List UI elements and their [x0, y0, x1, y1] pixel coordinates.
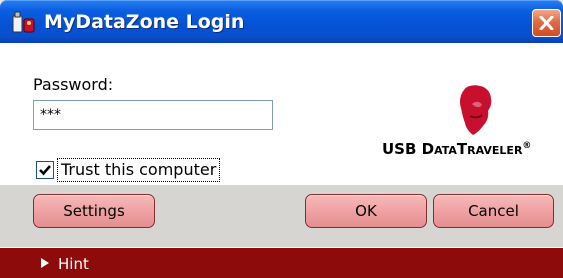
- window-title: MyDataZone Login: [44, 11, 245, 33]
- close-icon: [539, 16, 554, 30]
- password-field[interactable]: [33, 100, 273, 130]
- checkmark-icon: [39, 165, 51, 176]
- settings-button[interactable]: Settings: [33, 194, 155, 228]
- registered-mark: ®: [522, 141, 532, 151]
- trust-checkbox[interactable]: [36, 161, 54, 179]
- ok-button[interactable]: OK: [305, 194, 427, 228]
- password-label: Password:: [33, 75, 114, 94]
- expand-arrow-icon[interactable]: [40, 257, 50, 269]
- usb-drive-icon: [12, 11, 35, 33]
- cancel-button[interactable]: Cancel: [433, 194, 554, 228]
- close-button[interactable]: [532, 9, 561, 37]
- brand-part-4: RAVELER: [467, 144, 523, 157]
- trust-checkbox-label[interactable]: Trust this computer: [57, 158, 221, 182]
- brand-part-2: ATA: [434, 144, 457, 157]
- brand-wordmark: USB DATATRAVELER®: [382, 140, 562, 158]
- brand-part-1: USB D: [382, 140, 435, 158]
- hint-label[interactable]: Hint: [58, 251, 89, 277]
- kingston-head-logo: [460, 85, 492, 135]
- brand-part-3: T: [456, 140, 468, 158]
- title-bar[interactable]: MyDataZone Login: [0, 0, 563, 43]
